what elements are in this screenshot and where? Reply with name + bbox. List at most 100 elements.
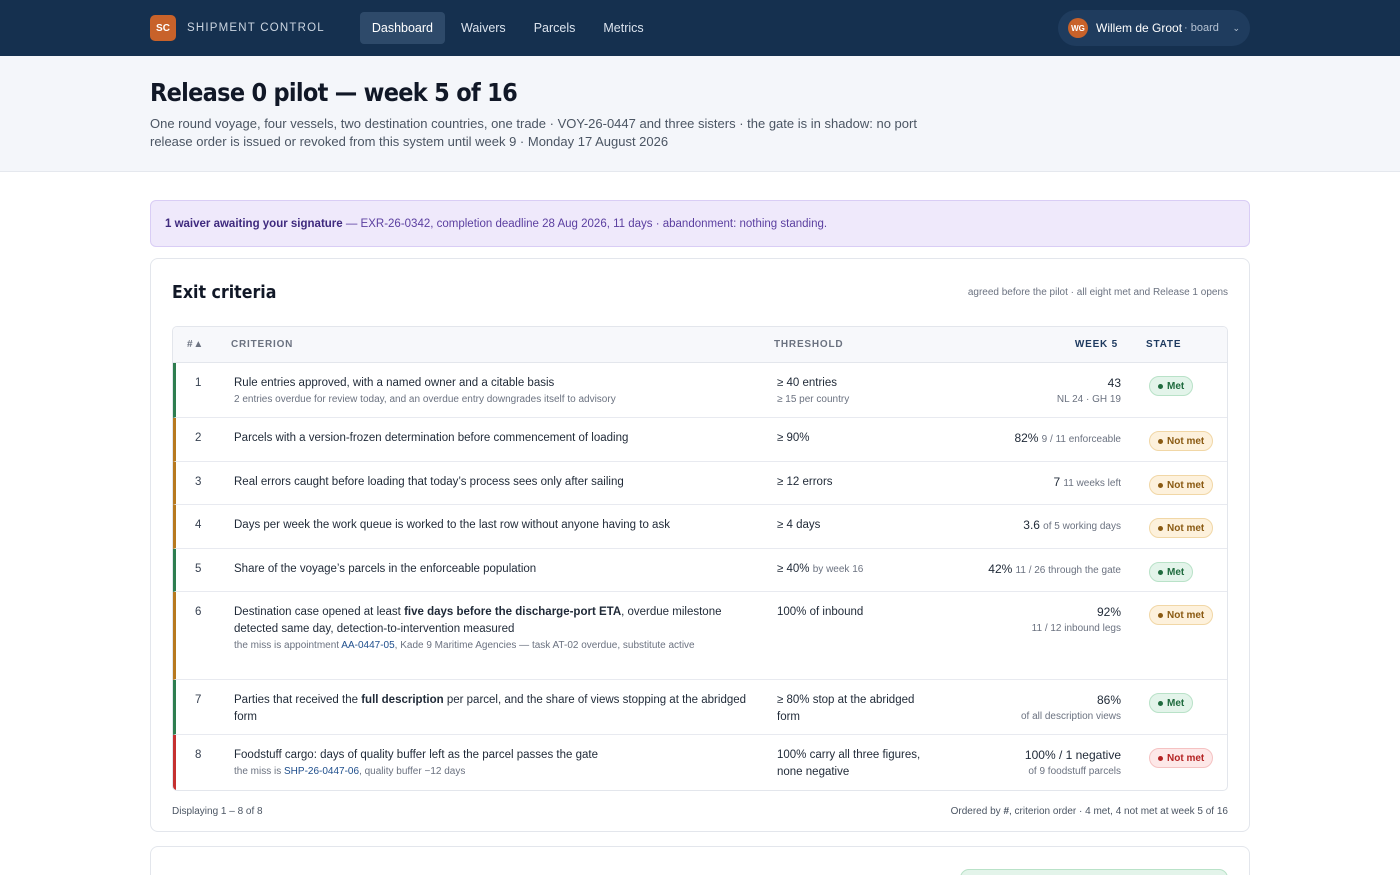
sub-part: , Kade 9 Maritime Agencies — task AT-02 … [394, 640, 695, 651]
criterion-text: Share of the voyage’s parcels in the enf… [234, 563, 537, 575]
week-note: 11 weeks left [1063, 478, 1121, 489]
chevron-down-icon: ⌄ [1232, 22, 1240, 33]
sort-part: , criterion order · 4 met, 4 not met at … [1009, 805, 1228, 817]
threshold-text: 100% of inbound [777, 606, 864, 618]
exit-criteria-card: Exit criteria agreed before the pilot · … [150, 258, 1250, 832]
week-value: 3.6 [1023, 518, 1040, 532]
table-row[interactable]: 5 Share of the voyage’s parcels in the e… [173, 549, 1227, 592]
threshold-text: ≥ 40 entries [777, 377, 838, 389]
row-number: 4 [195, 519, 202, 531]
page-subtitle: One round voyage, four vessels, two dest… [150, 116, 917, 149]
row-week: 86% of all description views [945, 692, 1121, 724]
sub-part: the miss is [234, 766, 285, 777]
week-value: 7 [1053, 475, 1061, 489]
top-nav-bar: SC SHIPMENT CONTROL Dashboard Waivers Pa… [0, 0, 1400, 56]
table-row[interactable]: 6 Destination case opened at least five … [173, 592, 1227, 680]
row-number: 6 [195, 606, 202, 618]
col-criterion[interactable]: CRITERION [231, 339, 774, 350]
nav-dashboard[interactable]: Dashboard [359, 12, 445, 44]
banner-text: 1 waiver awaiting your signature — EXR-2… [165, 218, 827, 230]
row-state: Not met [1121, 747, 1227, 768]
threshold-text: ≥ 4 days [777, 519, 821, 531]
criterion-text: Destination case opened at least five da… [234, 604, 763, 638]
week-sub: of all description views [1020, 711, 1121, 722]
banner-detail: — EXR-26-0342, completion deadline 28 Au… [342, 217, 828, 230]
next-card [150, 846, 1250, 875]
row-state: Not met [1121, 430, 1227, 451]
row-week: 7 11 weeks left [945, 474, 1121, 492]
table-row[interactable]: 7 Parties that received the full descrip… [173, 680, 1227, 735]
week-sub: 11 / 12 inbound legs [1031, 623, 1121, 634]
table-row[interactable]: 3 Real errors caught before loading that… [173, 462, 1227, 505]
sort-part: Ordered by [950, 805, 1004, 817]
page-header: Release 0 pilot — week 5 of 16 One round… [0, 56, 1400, 172]
col-threshold[interactable]: THRESHOLD [774, 339, 942, 350]
threshold-text: ≥ 80% stop at the abridged form [777, 694, 915, 723]
criterion-part: Parties that received the [234, 694, 362, 706]
table-row[interactable]: 2 Parcels with a version-frozen determin… [173, 418, 1227, 462]
status-badge: Not met [1149, 475, 1214, 495]
table-footer: Displaying 1 – 8 of 8 Ordered by #, crit… [172, 791, 1228, 831]
criterion-sub: the miss is SHP-26-0447-06, quality buff… [234, 764, 763, 779]
table-header: #▲ CRITERION THRESHOLD WEEK 5 STATE [173, 327, 1227, 363]
status-label: Not met [1167, 752, 1205, 764]
week-note: 11 / 26 through the gate [1015, 565, 1121, 576]
page-title: Release 0 pilot — week 5 of 16 [150, 78, 518, 107]
status-label: Met [1167, 566, 1185, 578]
status-label: Not met [1167, 522, 1205, 534]
table-row[interactable]: 4 Days per week the work queue is worked… [173, 505, 1227, 549]
nav-waivers[interactable]: Waivers [449, 12, 518, 44]
status-badge: Met [1149, 376, 1194, 396]
row-state: Met [1121, 692, 1227, 713]
row-week: 92% 11 / 12 inbound legs [945, 604, 1121, 636]
week-value: 43 [1107, 376, 1121, 390]
table-row[interactable]: 1 Rule entries approved, with a named ow… [173, 363, 1227, 418]
row-threshold: ≥ 40% by week 16 [777, 561, 945, 578]
col-number[interactable]: #▲ [173, 339, 231, 350]
nav-parcels[interactable]: Parcels [522, 12, 588, 44]
row-state: Not met [1121, 604, 1227, 625]
criterion-emphasis: five days before the discharge-port ETA [404, 606, 622, 618]
threshold-text: ≥ 90% [777, 432, 810, 444]
row-week: 3.6 of 5 working days [945, 517, 1121, 535]
criterion-text: Days per week the work queue is worked t… [234, 519, 670, 531]
shipment-link[interactable]: SHP-26-0447-06 [284, 766, 359, 777]
criterion-part: Destination case opened at least [234, 606, 405, 618]
row-number: 2 [195, 432, 202, 444]
col-week[interactable]: WEEK 5 [942, 339, 1118, 350]
row-criterion: Rule entries approved, with a named owne… [234, 375, 777, 407]
status-label: Met [1167, 380, 1185, 392]
week-value: 82% [1014, 431, 1039, 445]
avatar: WG [1068, 18, 1088, 38]
week-sub: NL 24 · GH 19 [1056, 394, 1121, 405]
status-badge: Not met [1149, 605, 1214, 625]
threshold-note: by week 16 [812, 564, 864, 575]
criterion-text: Rule entries approved, with a named owne… [234, 377, 555, 389]
brand-logo: SC [150, 15, 176, 41]
status-label: Not met [1167, 479, 1205, 491]
appointment-link[interactable]: AA-0447-05 [341, 640, 394, 651]
waiver-banner[interactable]: 1 waiver awaiting your signature — EXR-2… [150, 200, 1250, 247]
threshold-text: ≥ 12 errors [777, 476, 833, 488]
main-nav: Dashboard Waivers Parcels Metrics [359, 12, 656, 44]
row-state: Met [1121, 561, 1227, 582]
week-note: 9 / 11 enforceable [1041, 434, 1121, 445]
card-note: agreed before the pilot · all eight met … [967, 287, 1228, 298]
brand[interactable]: SC SHIPMENT CONTROL [150, 15, 325, 41]
user-name: Willem de Groot [1096, 21, 1183, 35]
status-label: Met [1167, 697, 1185, 709]
status-badge: Met [1149, 562, 1194, 582]
status-label: Not met [1167, 435, 1205, 447]
threshold-text: ≥ 40% [777, 563, 810, 575]
user-menu[interactable]: WG Willem de Groot · board ⌄ [1058, 10, 1250, 46]
col-state[interactable]: STATE [1118, 339, 1227, 350]
row-number: 7 [195, 694, 202, 706]
status-label: Not met [1167, 609, 1205, 621]
week-value: 86% [1096, 693, 1121, 707]
nav-metrics[interactable]: Metrics [591, 12, 655, 44]
row-state: Not met [1121, 517, 1227, 538]
row-week: 100% / 1 negative of 9 foodstuff parcels [945, 747, 1121, 779]
criterion-sub: 2 entries overdue for review today, and … [234, 394, 616, 405]
criteria-table: #▲ CRITERION THRESHOLD WEEK 5 STATE 1 Ru… [172, 326, 1228, 791]
table-row[interactable]: 8 Foodstuff cargo: days of quality buffe… [173, 735, 1227, 790]
